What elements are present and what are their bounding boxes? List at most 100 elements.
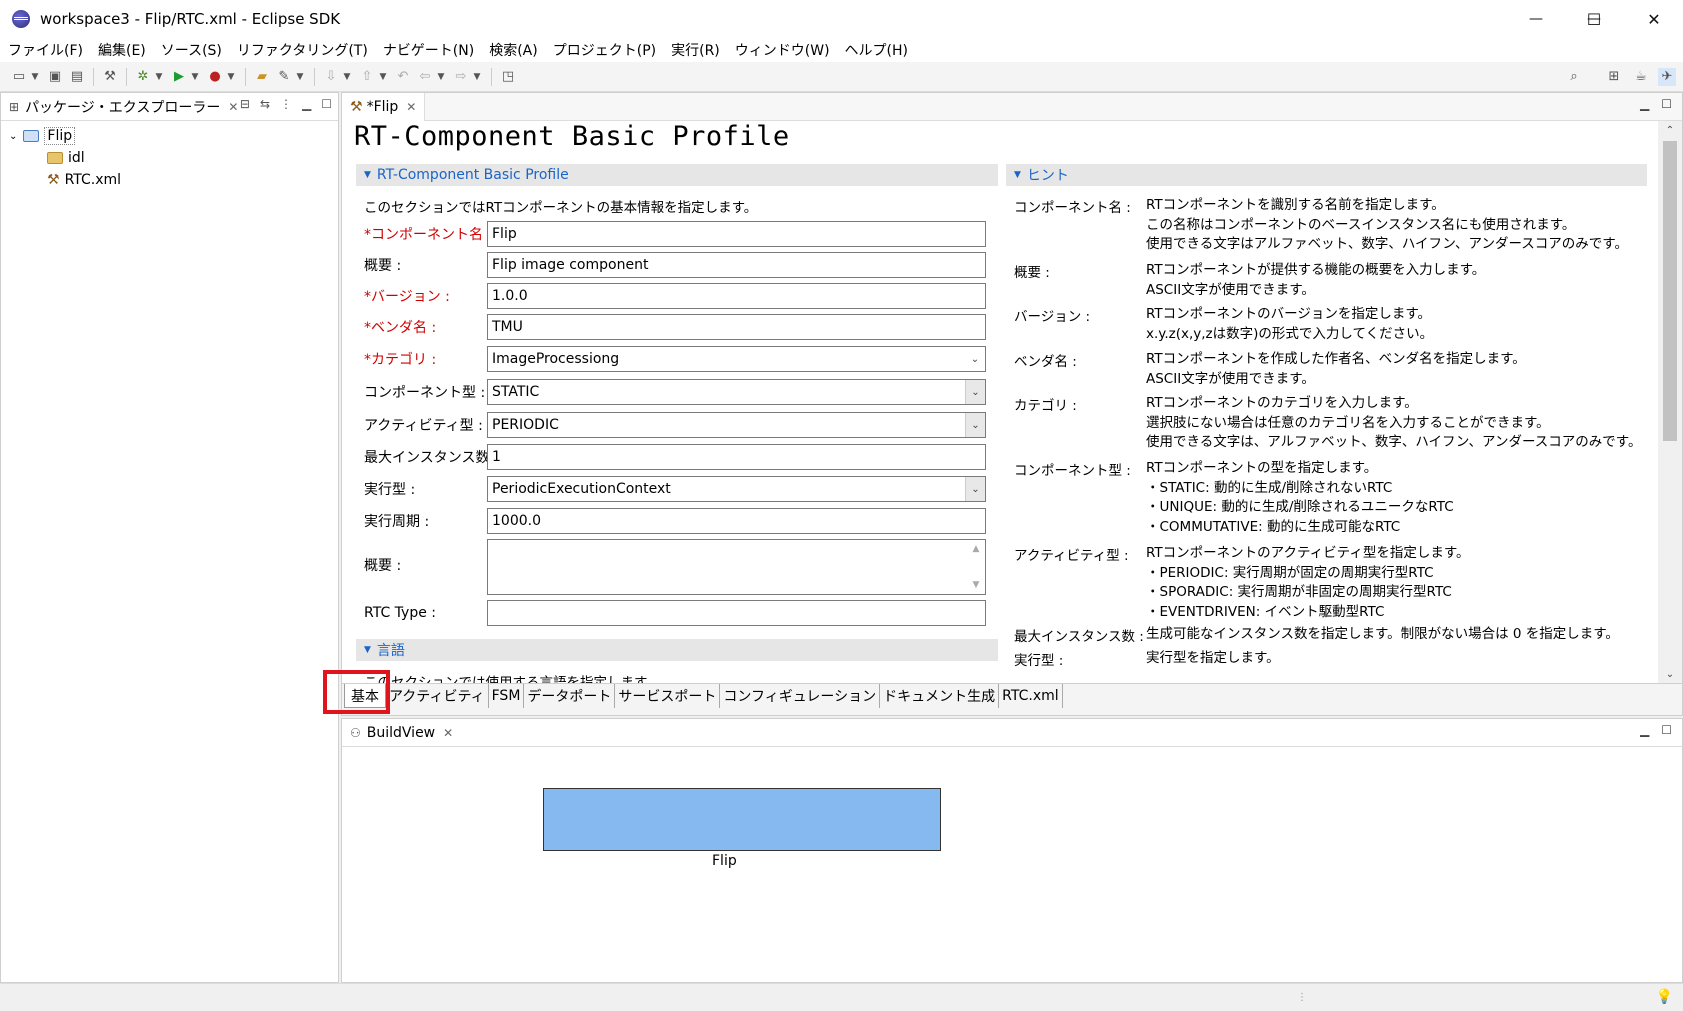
menu-run[interactable]: 実行(R) xyxy=(671,40,720,60)
close-button[interactable]: ✕ xyxy=(1625,0,1683,38)
chevron-down-icon[interactable]: ⌄ xyxy=(965,380,985,404)
open-folder-icon[interactable]: ▰ xyxy=(253,68,271,86)
rtc-file-icon: ⚒ xyxy=(47,172,60,188)
menu-navigate[interactable]: ナビゲート(N) xyxy=(383,40,474,60)
java-perspective-icon[interactable]: ☕ xyxy=(1632,68,1650,86)
menu-help[interactable]: ヘルプ(H) xyxy=(845,40,908,60)
tab-package-explorer[interactable]: ⊞ パッケージ・エクスプローラー ✕ xyxy=(1,93,244,121)
link-editor-icon[interactable]: ⇆ xyxy=(260,97,270,111)
activity-type-select[interactable]: PERIODIC ⌄ xyxy=(487,412,986,438)
chevron-down-icon[interactable]: ▼ xyxy=(190,68,200,86)
max-instances-input[interactable]: 1 xyxy=(487,444,986,470)
tab-flip-editor[interactable]: ⚒ *Flip ✕ xyxy=(342,92,426,121)
chevron-down-icon[interactable]: ▼ xyxy=(295,68,305,86)
tree-item-flip[interactable]: ⌄ Flip xyxy=(1,125,338,147)
collapse-all-icon[interactable]: ⊟ xyxy=(240,97,250,111)
menu-file[interactable]: ファイル(F) xyxy=(8,40,83,60)
label-component-type: コンポーネント型 : xyxy=(364,385,486,401)
label-abstract: 概要 : xyxy=(364,558,402,574)
tab-buildview[interactable]: ⚇ BuildView ✕ xyxy=(342,719,459,747)
minimize-icon[interactable]: ▁ xyxy=(1640,723,1649,737)
chevron-down-icon[interactable]: ▼ xyxy=(973,580,980,590)
minimize-button-2[interactable]: — xyxy=(1507,0,1565,38)
open-perspective-icon[interactable]: ⊞ xyxy=(1605,68,1623,86)
chevron-down-icon[interactable]: ▼ xyxy=(226,68,236,86)
run-icon[interactable]: ▶ xyxy=(170,68,188,86)
category-combo[interactable]: ImageProcessiong ⌄ xyxy=(487,346,986,372)
chevron-down-icon[interactable]: ⌄ xyxy=(965,477,985,501)
execution-rate-input[interactable]: 1000.0 xyxy=(487,508,986,534)
abstract-textarea[interactable]: ▲ ▼ xyxy=(487,539,986,595)
menu-source[interactable]: ソース(S) xyxy=(161,40,222,60)
prev-annotation-icon[interactable]: ⇧ xyxy=(358,68,376,86)
scrollbar-thumb[interactable] xyxy=(1663,141,1677,441)
menu-window[interactable]: ウィンドウ(W) xyxy=(735,40,830,60)
chevron-down-icon[interactable]: ▼ xyxy=(342,68,352,86)
section-hint[interactable]: ▼ ヒント xyxy=(1006,164,1647,186)
page-tab-rtc-xml[interactable]: RTC.xml xyxy=(999,684,1063,708)
execution-type-select[interactable]: PeriodicExecutionContext ⌄ xyxy=(487,476,986,502)
rtc-perspective-icon[interactable]: ✈ xyxy=(1658,67,1676,86)
wand-icon[interactable]: ✎ xyxy=(275,68,293,86)
description-input[interactable]: Flip image component xyxy=(487,252,986,278)
rtc-component-block[interactable] xyxy=(543,788,941,851)
search-icon[interactable]: ⌕ xyxy=(1565,68,1583,86)
label-category: *カテゴリ : xyxy=(364,352,437,368)
chevron-down-icon[interactable]: ▼ xyxy=(378,68,388,86)
vendor-input[interactable]: TMU xyxy=(487,314,986,340)
component-name-input[interactable]: Flip xyxy=(487,221,986,247)
save-icon[interactable]: ▣ xyxy=(46,68,64,86)
save-all-icon[interactable]: ▤ xyxy=(68,68,86,86)
close-icon[interactable]: ✕ xyxy=(406,100,416,114)
chevron-down-icon[interactable]: ▼ xyxy=(472,68,482,86)
component-type-select[interactable]: STATIC ⌄ xyxy=(487,379,986,405)
tree-item-rtc-xml[interactable]: ⚒ RTC.xml xyxy=(1,169,338,191)
page-tab-configuration[interactable]: コンフィギュレーション xyxy=(720,684,881,708)
page-tab-dataport[interactable]: データポート xyxy=(524,684,616,708)
menu-project[interactable]: プロジェクト(P) xyxy=(553,40,656,60)
pin-editor-icon[interactable]: ◳ xyxy=(499,68,517,86)
close-icon[interactable]: ✕ xyxy=(443,726,453,740)
section-basic-profile[interactable]: ▼ RT-Component Basic Profile xyxy=(356,164,998,186)
menu-edit[interactable]: 編集(E) xyxy=(98,40,146,60)
tree-item-idl[interactable]: idl xyxy=(1,147,338,169)
version-input[interactable]: 1.0.0 xyxy=(487,283,986,309)
maximize-icon[interactable]: ☐ xyxy=(1661,97,1672,111)
label-rtc-type: RTC Type : xyxy=(364,605,436,621)
section-language[interactable]: ▼ 言語 xyxy=(356,639,998,661)
lightbulb-icon[interactable]: 💡 xyxy=(1656,989,1673,1005)
close-icon[interactable]: ✕ xyxy=(228,100,238,114)
chevron-up-icon[interactable]: ▲ xyxy=(973,544,980,554)
chevron-down-icon[interactable]: ⌄ xyxy=(9,131,17,142)
hint-value: 実行型を指定します。 xyxy=(1146,650,1280,666)
chevron-up-icon[interactable]: ⌃ xyxy=(1658,121,1682,139)
page-tab-activity[interactable]: アクティビティ xyxy=(386,684,489,708)
minimize-icon[interactable]: ▁ xyxy=(1640,97,1649,111)
new-icon[interactable]: ▭ xyxy=(10,68,28,86)
forward-icon[interactable]: ⇨ xyxy=(452,68,470,86)
external-tools-icon[interactable]: ● xyxy=(206,68,224,86)
chevron-down-icon[interactable]: ⌄ xyxy=(965,347,985,371)
maximize-icon[interactable]: ☐ xyxy=(1661,723,1672,737)
chevron-down-icon[interactable]: ⌄ xyxy=(1658,665,1682,683)
page-tab-documentation[interactable]: ドキュメント生成 xyxy=(880,684,1000,708)
chevron-down-icon[interactable]: ▼ xyxy=(154,68,164,86)
chevron-down-icon[interactable]: ▼ xyxy=(30,68,40,86)
editor-scrollbar[interactable]: ⌃ ⌄ xyxy=(1658,121,1682,683)
view-menu-icon[interactable]: ⋮ xyxy=(280,97,292,111)
page-tab-serviceport[interactable]: サービスポート xyxy=(615,684,721,708)
debug-icon[interactable]: ✲ xyxy=(134,68,152,86)
chevron-down-icon[interactable]: ▼ xyxy=(436,68,446,86)
maximize-icon[interactable]: ☐ xyxy=(321,97,332,111)
chevron-down-icon[interactable]: ⌄ xyxy=(965,413,985,437)
back-icon[interactable]: ⇦ xyxy=(416,68,434,86)
next-annotation-icon[interactable]: ⇩ xyxy=(322,68,340,86)
menu-search[interactable]: 検索(A) xyxy=(489,40,538,60)
minimize-icon[interactable]: ▁ xyxy=(302,97,311,111)
build-icon[interactable]: ⚒ xyxy=(101,68,119,86)
rtc-type-input[interactable] xyxy=(487,600,986,626)
page-tab-fsm[interactable]: FSM xyxy=(489,684,525,708)
last-edit-icon[interactable]: ↶ xyxy=(394,68,412,86)
menu-refactor[interactable]: リファクタリング(T) xyxy=(237,40,368,60)
maximize-button[interactable]: ☐ xyxy=(1565,0,1623,38)
